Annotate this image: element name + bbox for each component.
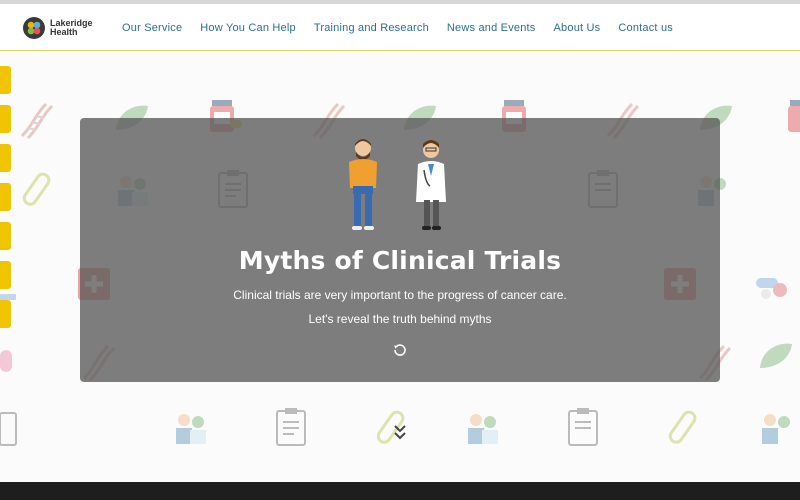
side-tab-1[interactable] <box>0 66 11 94</box>
doctor-figure <box>416 140 446 230</box>
dna-icon <box>20 102 54 140</box>
site-header: Lakeridge Health Our Service How You Can… <box>0 4 800 51</box>
leaf-icon <box>760 343 792 368</box>
side-tab-3[interactable] <box>0 144 11 172</box>
clipboard-icon <box>568 408 598 446</box>
side-tab-6[interactable] <box>0 261 11 289</box>
nav-our-service[interactable]: Our Service <box>122 22 182 34</box>
nav-training-and-research[interactable]: Training and Research <box>314 22 429 34</box>
test-tube-icon <box>22 172 51 206</box>
pills-icon <box>756 278 787 299</box>
doctors-icon <box>468 414 498 444</box>
hero-title: Myths of Clinical Trials <box>238 246 562 275</box>
doctors-icon <box>176 414 206 444</box>
test-tube-icon <box>668 410 697 444</box>
nav-news-and-events[interactable]: News and Events <box>447 22 536 34</box>
nav-about-us[interactable]: About Us <box>554 22 601 34</box>
patient-figure <box>349 139 377 230</box>
side-tab-2[interactable] <box>0 105 11 133</box>
capsule-icon <box>0 350 12 372</box>
hero-subtitle-line2: Let's reveal the truth behind myths <box>308 312 492 326</box>
side-tab-4[interactable] <box>0 183 11 211</box>
logo-text-line2: Health <box>50 27 78 37</box>
patient-and-doctor-illustration <box>349 139 446 230</box>
nav-contact-us[interactable]: Contact us <box>618 22 673 34</box>
footer-bar <box>0 482 800 500</box>
double-chevron-down-icon[interactable] <box>392 424 408 442</box>
side-tab-7[interactable] <box>0 300 11 328</box>
hero-overlay: Myths of Clinical Trials Clinical trials… <box>80 118 720 382</box>
side-tab-5[interactable] <box>0 222 11 250</box>
doctors-icon <box>762 414 790 444</box>
medicine-bottle-icon <box>788 100 800 132</box>
replay-icon[interactable] <box>392 342 408 358</box>
nav-how-you-can-help[interactable]: How You Can Help <box>200 22 296 34</box>
side-tab-strip <box>0 66 11 339</box>
lakeridge-health-logo[interactable]: Lakeridge Health <box>22 14 102 42</box>
main-nav: Our Service How You Can Help Training an… <box>122 4 691 51</box>
logo-mark-icon <box>23 17 45 39</box>
logo-text: Lakeridge Health <box>50 19 93 37</box>
hero-subtitle-line1: Clinical trials are very important to th… <box>233 288 567 302</box>
clipboard-icon <box>0 412 17 446</box>
clipboard-icon <box>276 408 306 446</box>
